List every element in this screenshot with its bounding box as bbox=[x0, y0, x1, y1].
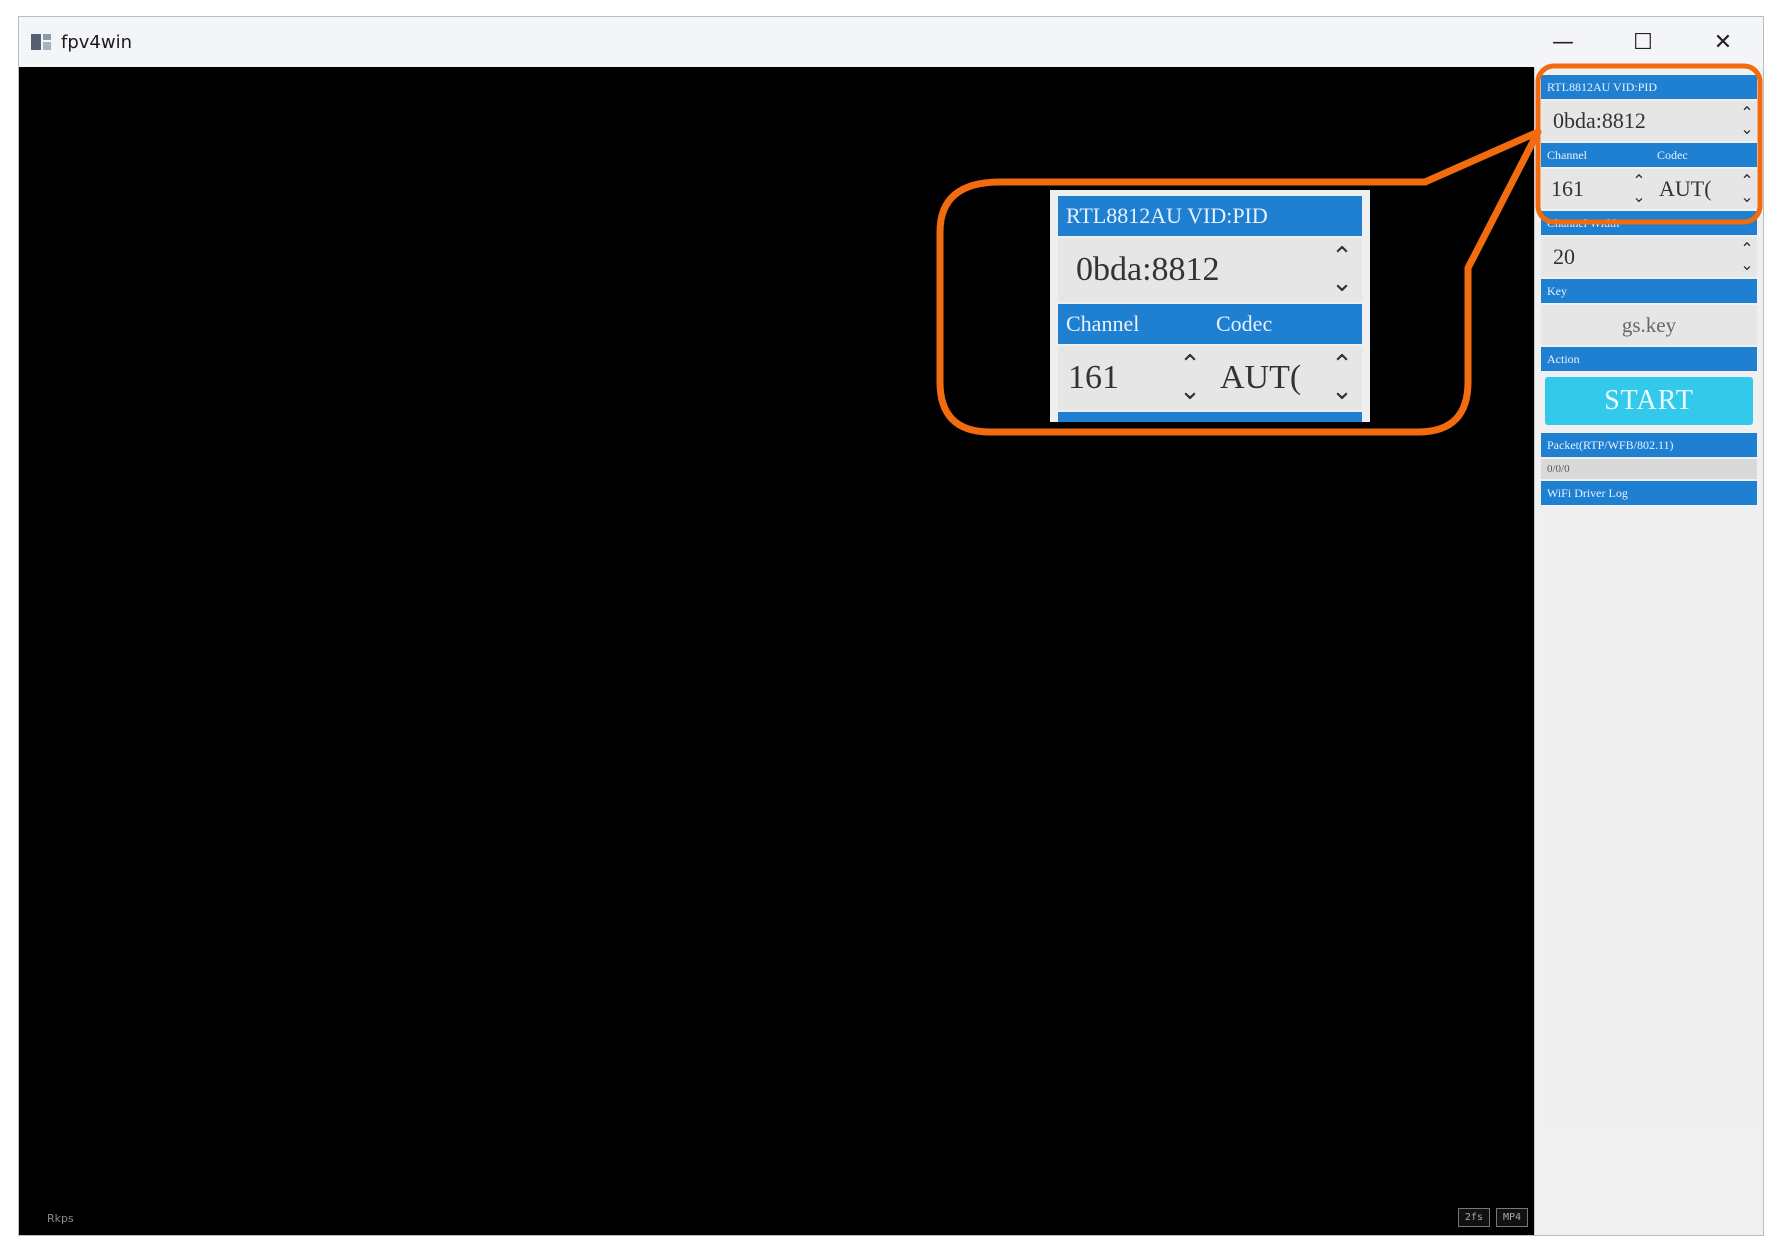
bitrate-label: Rkps bbox=[47, 1212, 74, 1225]
codec-header: Codec bbox=[1657, 148, 1688, 162]
up-down-chevron-icon[interactable]: ⌃ ⌄ bbox=[1737, 105, 1757, 137]
up-down-chevron-icon[interactable]: ⌃ ⌄ bbox=[1629, 173, 1649, 205]
key-value: gs.key bbox=[1621, 312, 1677, 337]
fps-button[interactable]: 2fs bbox=[1457, 1208, 1490, 1227]
packet-header: Packet(RTP/WFB/802.11) bbox=[1541, 433, 1757, 457]
minimize-button[interactable]: — bbox=[1523, 17, 1603, 67]
channel-codec-header: Channel Codec bbox=[1541, 143, 1757, 167]
settings-panel: RTL8812AU VID:PID 0bda:8812 ⌃ ⌄ Channel C… bbox=[1534, 67, 1763, 1235]
device-header: RTL8812AU VID:PID bbox=[1541, 75, 1757, 99]
zoom-channel-header: Channel bbox=[1066, 311, 1140, 336]
zoom-channel-codec-header: Channel Codec bbox=[1058, 304, 1362, 344]
up-down-chevron-icon[interactable]: ⌃ ⌄ bbox=[1737, 241, 1757, 273]
channel-header: Channel bbox=[1547, 148, 1587, 162]
device-value: 0bda:8812 bbox=[1553, 108, 1646, 133]
key-input[interactable]: gs.key bbox=[1541, 305, 1757, 345]
up-down-chevron-icon: ⌃ ⌄ bbox=[1331, 242, 1353, 298]
codec-value: AUT( bbox=[1659, 176, 1712, 201]
log-area[interactable] bbox=[1541, 507, 1757, 1127]
channel-width-select[interactable]: 20 ⌃ ⌄ bbox=[1541, 237, 1757, 277]
up-down-chevron-icon: ⌃ ⌄ bbox=[1179, 350, 1201, 406]
record-format-button[interactable]: MP4 bbox=[1495, 1208, 1528, 1227]
action-header: Action bbox=[1541, 347, 1757, 371]
app-window: fpv4win — ☐ ✕ Rkps 2fs MP4 RTL8812AU VID… bbox=[18, 16, 1764, 1236]
key-header: Key bbox=[1541, 279, 1757, 303]
start-button[interactable]: START bbox=[1545, 377, 1753, 425]
zoom-device-header: RTL8812AU VID:PID bbox=[1058, 196, 1362, 236]
maximize-button[interactable]: ☐ bbox=[1603, 17, 1683, 67]
window-title: fpv4win bbox=[61, 31, 132, 53]
packet-value: 0/0/0 bbox=[1541, 459, 1757, 479]
zoom-channel-codec-row: 161 ⌃ ⌄ AUT( ⌃ ⌄ bbox=[1058, 346, 1362, 410]
channel-value: 161 bbox=[1551, 176, 1584, 201]
channel-width-value: 20 bbox=[1553, 244, 1575, 269]
zoom-device-field: 0bda:8812 ⌃ ⌄ bbox=[1058, 238, 1362, 302]
log-header: WiFi Driver Log bbox=[1541, 481, 1757, 505]
zoom-channel-value: 161 bbox=[1068, 359, 1119, 396]
codec-select[interactable]: AUT( ⌃ ⌄ bbox=[1649, 173, 1757, 205]
zoom-codec-value: AUT( bbox=[1220, 359, 1302, 396]
channel-codec-row: 161 ⌃ ⌄ AUT( ⌃ ⌄ bbox=[1541, 169, 1757, 209]
up-down-chevron-icon: ⌃ ⌄ bbox=[1331, 350, 1353, 406]
up-down-chevron-icon[interactable]: ⌃ ⌄ bbox=[1737, 173, 1757, 205]
app-icon bbox=[31, 33, 53, 51]
zoom-callout-panel: RTL8812AU VID:PID 0bda:8812 ⌃ ⌄ Channel C… bbox=[1050, 190, 1370, 422]
zoom-codec-header: Codec bbox=[1216, 311, 1273, 336]
zoom-device-value: 0bda:8812 bbox=[1076, 251, 1220, 288]
zoom-width-header-partial: Channel Width bbox=[1058, 412, 1362, 422]
device-select[interactable]: 0bda:8812 ⌃ ⌄ bbox=[1541, 101, 1757, 141]
channel-width-header: Channel Width bbox=[1541, 211, 1757, 235]
close-button[interactable]: ✕ bbox=[1683, 17, 1763, 67]
channel-select[interactable]: 161 ⌃ ⌄ bbox=[1541, 173, 1649, 205]
title-bar[interactable]: fpv4win — ☐ ✕ bbox=[19, 17, 1763, 68]
